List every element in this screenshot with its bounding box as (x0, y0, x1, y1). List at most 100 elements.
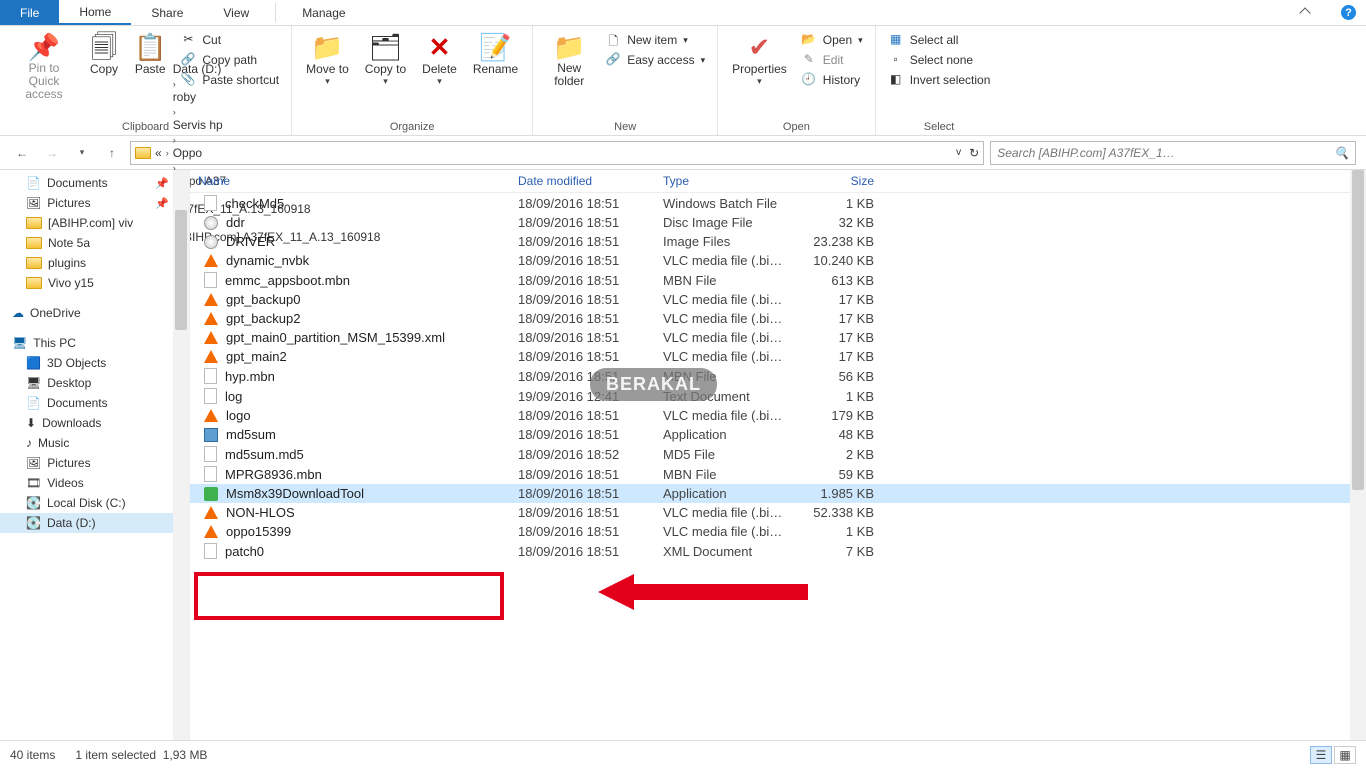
file-type: MBN File (663, 273, 808, 288)
file-type: VLC media file (.bi… (663, 253, 808, 268)
copy-button[interactable]: 🗐 Copy (82, 29, 126, 101)
file-row[interactable]: md5sum18/09/2016 18:51Application48 KB (190, 425, 1366, 444)
file-row[interactable]: gpt_main218/09/2016 18:51VLC media file … (190, 347, 1366, 366)
forward-button[interactable]: → (40, 141, 64, 165)
delete-button[interactable]: ✕Delete (414, 29, 465, 87)
tree-item[interactable]: ⬇ Downloads (0, 413, 189, 433)
file-date: 18/09/2016 18:51 (518, 408, 663, 423)
file-icon (204, 216, 218, 230)
file-name: Msm8x39DownloadTool (226, 486, 364, 501)
tree-item[interactable]: 📄 Documents (0, 393, 189, 413)
file-row[interactable]: ddr18/09/2016 18:51Disc Image File32 KB (190, 213, 1366, 232)
file-row[interactable]: checkMd518/09/2016 18:51Windows Batch Fi… (190, 193, 1366, 213)
col-name[interactable]: Name (198, 174, 518, 188)
tree-scrollbar[interactable] (173, 170, 189, 740)
edit-button[interactable]: ✎Edit (801, 52, 863, 68)
view-details-button[interactable]: ☰ (1310, 746, 1332, 764)
file-row[interactable]: logo18/09/2016 18:51VLC media file (.bi…… (190, 406, 1366, 425)
file-row[interactable]: oppo1539918/09/2016 18:51VLC media file … (190, 522, 1366, 541)
back-button[interactable]: ← (10, 141, 34, 165)
tree-item[interactable]: plugins (0, 253, 189, 273)
breadcrumb-segment[interactable]: Oppo (173, 146, 381, 160)
file-size: 52.338 KB (808, 505, 888, 520)
view-icons-button[interactable]: ▦ (1334, 746, 1356, 764)
tree-item[interactable]: ♪ Music (0, 433, 189, 453)
file-type: Disc Image File (663, 215, 808, 230)
new-folder-button[interactable]: 📁New folder (539, 29, 599, 88)
tab-file[interactable]: File (0, 0, 59, 25)
paste-button[interactable]: 📋 Paste (126, 29, 174, 101)
filelist-scroll-thumb[interactable] (1352, 170, 1364, 490)
tree-item[interactable]: 💽 Local Disk (C:) (0, 493, 189, 513)
file-icon (204, 428, 218, 442)
column-headers[interactable]: Name Date modified Type Size (190, 170, 1366, 193)
file-row[interactable]: log19/09/2016 12:41Text Document1 KB (190, 386, 1366, 406)
file-name: hyp.mbn (225, 369, 275, 384)
col-date[interactable]: Date modified (518, 174, 663, 188)
breadcrumb-segment[interactable]: roby (173, 90, 381, 104)
file-icon (204, 543, 217, 559)
file-row[interactable]: gpt_main0_partition_MSM_15399.xml18/09/2… (190, 328, 1366, 347)
help-button[interactable]: ? (1323, 0, 1366, 25)
tree-item[interactable]: Vivo y15 (0, 273, 189, 293)
tree-item[interactable]: 🖼 Pictures📌 (0, 193, 189, 213)
address-dropdown[interactable]: v (952, 147, 965, 158)
breadcrumb-prefix[interactable]: « › (155, 146, 169, 160)
file-row[interactable]: MPRG8936.mbn18/09/2016 18:51MBN File59 K… (190, 464, 1366, 484)
select-none-button[interactable]: ▫Select none (888, 52, 991, 68)
tree-scroll-thumb[interactable] (175, 210, 187, 330)
address-bar[interactable]: « › Data (D:)›roby›Servis hp›Oppo›Oppo A… (130, 141, 984, 165)
tree-thispc[interactable]: 🖥This PC (0, 333, 189, 353)
tab-view[interactable]: View (203, 0, 269, 25)
tree-item[interactable]: 💽 Data (D:) (0, 513, 189, 533)
file-row[interactable]: DRIVER18/09/2016 18:51Image Files23.238 … (190, 232, 1366, 251)
file-row[interactable]: dynamic_nvbk18/09/2016 18:51VLC media fi… (190, 251, 1366, 270)
invert-selection-button[interactable]: ◧Invert selection (888, 72, 991, 88)
file-row[interactable]: emmc_appsboot.mbn18/09/2016 18:51MBN Fil… (190, 270, 1366, 290)
tree-item[interactable]: 📄 Documents📌 (0, 173, 189, 193)
file-row[interactable]: hyp.mbn18/09/2016 18:51MBN File56 KB (190, 366, 1366, 386)
pin-to-quick-access-button[interactable]: 📌 Pin to Quick access (6, 29, 82, 101)
col-type[interactable]: Type (663, 174, 808, 188)
tree-item[interactable]: 🎞 Videos (0, 473, 189, 493)
tab-home[interactable]: Home (59, 0, 131, 25)
breadcrumb-segment[interactable]: Servis hp (173, 118, 381, 132)
file-row[interactable]: gpt_backup018/09/2016 18:51VLC media fil… (190, 290, 1366, 309)
tree-item[interactable]: 🖼 Pictures (0, 453, 189, 473)
file-name: ddr (226, 215, 245, 230)
easy-access-button[interactable]: 🔗Easy access ▾ (605, 52, 705, 68)
refresh-button[interactable]: ↻ (969, 146, 979, 160)
breadcrumb-segment[interactable]: Data (D:) (173, 62, 381, 76)
open-button[interactable]: 📂Open ▾ (801, 32, 863, 48)
history-dropdown[interactable]: ▾ (70, 141, 94, 165)
file-row[interactable]: gpt_backup218/09/2016 18:51VLC media fil… (190, 309, 1366, 328)
properties-button[interactable]: ✔Properties (724, 29, 795, 91)
file-name: md5sum.md5 (225, 447, 304, 462)
file-name: gpt_backup2 (226, 311, 300, 326)
search-box[interactable]: Search [ABIHP.com] A37fEX_1… 🔍 (990, 141, 1356, 165)
tree-item[interactable]: [ABIHP.com] viv (0, 213, 189, 233)
col-size[interactable]: Size (808, 174, 888, 188)
filelist-scrollbar[interactable] (1350, 170, 1366, 740)
history-button[interactable]: 🕘History (801, 72, 863, 88)
cut-button[interactable]: ✂Cut (180, 32, 279, 48)
file-row[interactable]: patch018/09/2016 18:51XML Document7 KB (190, 541, 1366, 561)
select-all-button[interactable]: ▦Select all (888, 32, 991, 48)
tree-item[interactable]: Note 5a (0, 233, 189, 253)
file-size: 56 KB (808, 369, 888, 384)
file-size: 179 KB (808, 408, 888, 423)
tree-item[interactable]: 🖥 Desktop (0, 373, 189, 393)
collapse-ribbon[interactable] (1291, 0, 1323, 25)
rename-button[interactable]: 📝Rename (465, 29, 526, 87)
tab-manage[interactable]: Manage (282, 0, 365, 25)
file-row[interactable]: Msm8x39DownloadTool18/09/2016 18:51Appli… (190, 484, 1366, 503)
file-icon (204, 272, 217, 288)
tab-share[interactable]: Share (131, 0, 203, 25)
up-button[interactable]: ↑ (100, 141, 124, 165)
copyto-icon: 🗂 (369, 32, 402, 62)
file-row[interactable]: NON-HLOS18/09/2016 18:51VLC media file (… (190, 503, 1366, 522)
new-item-button[interactable]: 🗋New item ▾ (605, 32, 705, 48)
tree-onedrive[interactable]: ☁OneDrive (0, 303, 189, 323)
tree-item[interactable]: 🟦 3D Objects (0, 353, 189, 373)
file-row[interactable]: md5sum.md518/09/2016 18:52MD5 File2 KB (190, 444, 1366, 464)
